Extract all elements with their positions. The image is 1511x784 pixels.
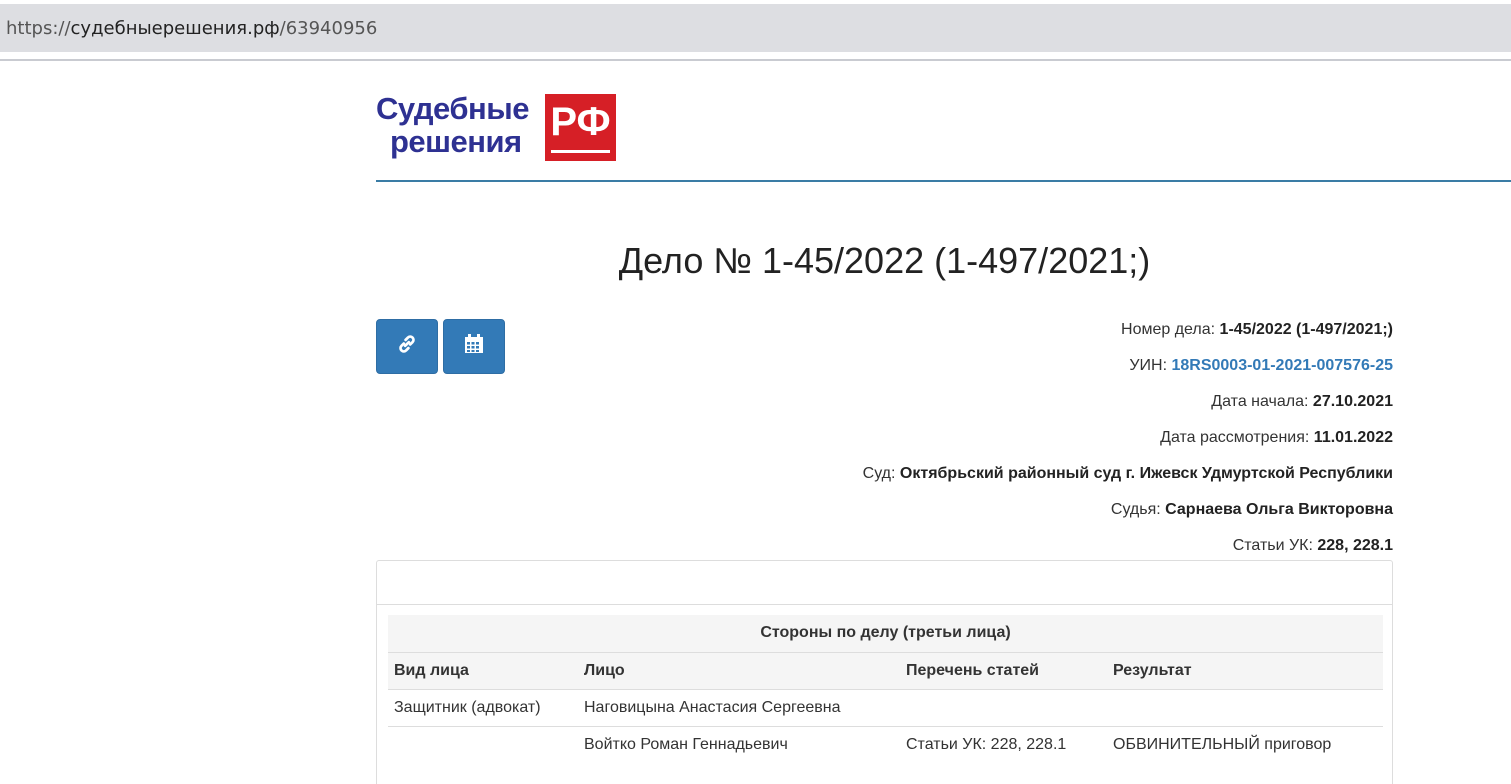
copy-link-button[interactable] [376,319,438,374]
table-header-row: Вид лица Лицо Перечень статей Результат [388,651,1383,689]
start-date-row: Дата начала: 27.10.2021 [863,392,1393,428]
table-caption-row: Стороны по делу (третьи лица) [388,615,1383,652]
review-date-label: Дата рассмотрения: [1160,429,1310,446]
court-row: Суд: Октябрьский районный суд г. Ижевск … [863,464,1393,500]
judge-row: Судья: Сарнаева Ольга Викторовна [863,500,1393,536]
logo-badge: РФ [545,94,616,161]
parties-table: Стороны по делу (третьи лица) Вид лица Л… [388,615,1383,763]
case-number-label: Номер дела: [1121,321,1216,338]
uin-row: УИН: 18RS0003-01-2021-007576-25 [863,356,1393,392]
start-date-value: 27.10.2021 [1312,393,1393,410]
case-info: Номер дела: 1-45/2022 (1-497/2021;) УИН:… [863,320,1393,572]
page-title: Дело № 1-45/2022 (1-497/2021;) [618,240,1151,281]
table-cell: Войтко Роман Геннадьевич [578,725,900,763]
url-path: /63940956 [279,17,378,39]
logo-line-1: Судебные [376,91,529,126]
link-icon [396,333,418,360]
review-date-row: Дата рассмотрения: 11.01.2022 [863,428,1393,464]
table-row: Войтко Роман Геннадьевич Статьи УК: 228,… [388,725,1383,763]
url-scheme: https:// [6,17,71,39]
table-cell [388,725,578,763]
table-cell [900,688,1107,726]
column-header: Вид лица [388,651,578,689]
start-date-label: Дата начала: [1211,393,1309,410]
logo-line-2: решения [390,124,522,159]
case-number-value: 1-45/2022 (1-497/2021;) [1219,321,1393,338]
articles-label: Статьи УК: [1232,537,1313,554]
calendar-button[interactable] [443,319,505,374]
table-cell: Наговицына Анастасия Сергеевна [578,688,900,726]
calendar-icon [463,333,485,360]
address-bar[interactable]: https://судебныерешения.рф/63940956 [0,4,1511,52]
table-row: Защитник (адвокат) Наговицына Анастасия … [388,688,1383,726]
parties-panel: Стороны по делу (третьи лица) Вид лица Л… [376,560,1393,784]
uin-label: УИН: [1129,357,1168,374]
case-number-row: Номер дела: 1-45/2022 (1-497/2021;) [863,320,1393,356]
header-divider [376,180,1511,182]
logo-wordmark: Судебные решения [376,92,529,158]
court-value: Октябрьский районный суд г. Ижевск Удмур… [899,465,1393,482]
uin-link[interactable]: 18RS0003-01-2021-007576-25 [1171,357,1393,374]
judge-label: Судья: [1110,501,1161,518]
table-cell: ОБВИНИТЕЛЬНЫЙ приговор [1107,725,1383,763]
judge-value: Сарнаева Ольга Викторовна [1165,501,1393,518]
url-host: судебныерешения.рф [70,17,280,39]
address-bar-divider [0,59,1511,61]
panel-header [377,561,1392,605]
site-logo[interactable]: Судебные решения РФ [376,92,621,162]
page-content: Судебные решения РФ Дело № 1-45/2022 (1-… [376,62,1511,784]
column-header: Результат [1107,651,1383,689]
table-cell [1107,688,1383,726]
table-caption: Стороны по делу (третьи лица) [388,615,1383,652]
column-header: Лицо [578,651,900,689]
court-label: Суд: [862,465,896,482]
review-date-value: 11.01.2022 [1313,429,1393,446]
table-cell: Защитник (адвокат) [388,688,578,726]
column-header: Перечень статей [900,651,1107,689]
table-cell: Статьи УК: 228, 228.1 [900,725,1107,763]
articles-value: 228, 228.1 [1317,537,1393,554]
